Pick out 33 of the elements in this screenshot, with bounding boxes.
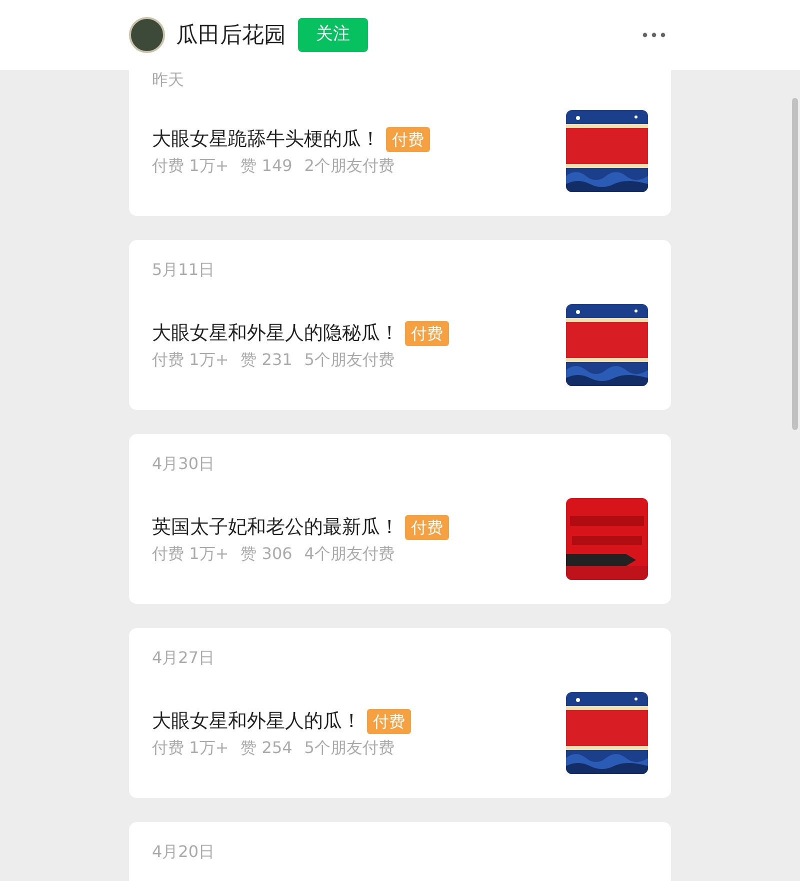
more-icon[interactable]	[642, 32, 666, 38]
paid-badge: 付费	[386, 126, 430, 152]
account-name: 瓜田后花园	[176, 22, 286, 50]
scrollbar[interactable]	[792, 98, 798, 430]
like-count: 赞 306	[240, 543, 292, 565]
date-label: 4月20日	[152, 842, 215, 862]
article-card[interactable]: 4月27日 大眼女星和外星人的瓜！ 付费 付费 1万+ 赞 254 5个朋友付费	[129, 628, 671, 798]
friends-paid: 5个朋友付费	[304, 349, 394, 371]
paid-count: 付费 1万+	[152, 349, 229, 371]
paid-count: 付费 1万+	[152, 155, 229, 177]
like-count: 赞 254	[240, 737, 292, 759]
date-label: 5月11日	[152, 260, 215, 280]
article-title: 大眼女星和外星人的瓜！	[152, 709, 361, 734]
article-title: 大眼女星和外星人的隐秘瓜！	[152, 321, 399, 346]
avatar[interactable]	[129, 17, 165, 53]
paid-badge: 付费	[367, 708, 411, 734]
article-card[interactable]: 5月11日 大眼女星和外星人的隐秘瓜！ 付费 付费 1万+ 赞 231 5个朋友付费	[129, 240, 671, 410]
date-label: 4月30日	[152, 454, 215, 474]
date-label: 4月27日	[152, 648, 215, 668]
paid-badge: 付费	[405, 514, 449, 540]
paid-count: 付费 1万+	[152, 737, 229, 759]
article-title: 英国太子妃和老公的最新瓜！	[152, 515, 399, 540]
friends-paid: 2个朋友付费	[304, 155, 394, 177]
date-label: 昨天	[152, 70, 184, 90]
paid-count: 付费 1万+	[152, 543, 229, 565]
friends-paid: 5个朋友付费	[304, 737, 394, 759]
article-title: 大眼女星跪舔牛头梗的瓜！	[152, 127, 380, 152]
article-card[interactable]: 4月30日 英国太子妃和老公的最新瓜！ 付费 付费 1万+ 赞 306 4个朋友付费	[129, 434, 671, 604]
like-count: 赞 149	[240, 155, 292, 177]
article-card[interactable]: 昨天 大眼女星跪舔牛头梗的瓜！ 付费 付费 1万+ 赞 149 2个朋友付费	[129, 70, 671, 216]
friends-paid: 4个朋友付费	[304, 543, 394, 565]
like-count: 赞 231	[240, 349, 292, 371]
paid-badge: 付费	[405, 320, 449, 346]
